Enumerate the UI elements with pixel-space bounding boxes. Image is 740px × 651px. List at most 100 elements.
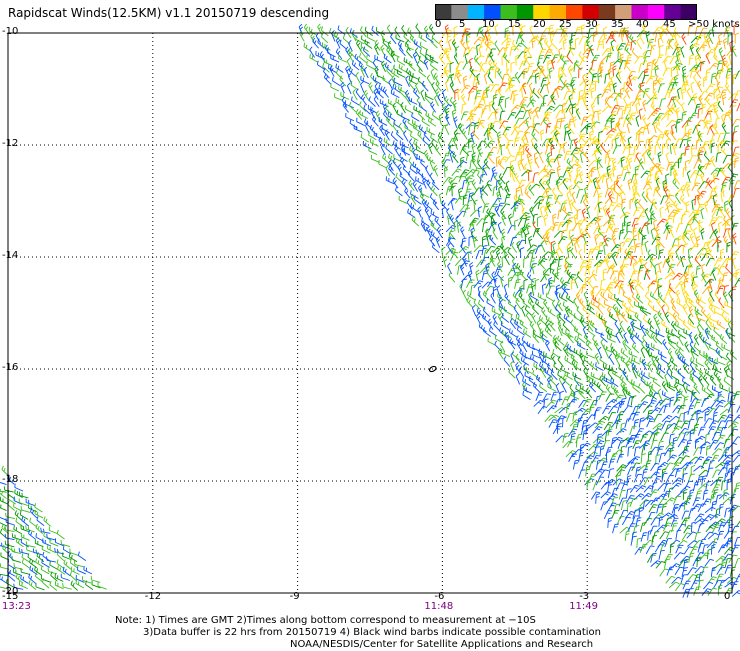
wind-barb xyxy=(650,526,657,534)
wind-barb xyxy=(557,300,562,311)
wind-barb xyxy=(615,320,620,331)
wind-barb xyxy=(638,270,643,280)
wind-barb xyxy=(628,446,632,456)
lat-tick-label: -12 xyxy=(2,138,18,149)
wind-barb xyxy=(726,371,734,380)
wind-barb xyxy=(556,416,565,423)
wind-barb xyxy=(461,112,468,120)
wind-barb xyxy=(688,264,693,274)
wind-barb xyxy=(676,108,680,119)
wind-barb xyxy=(590,45,594,56)
wind-barb xyxy=(562,382,566,393)
wind-barb xyxy=(651,498,660,505)
wind-barb xyxy=(689,298,696,308)
wind-barb xyxy=(643,405,652,412)
wind-barb xyxy=(591,88,595,99)
wind-barb xyxy=(360,110,368,118)
wind-barb xyxy=(550,259,558,267)
wind-barb xyxy=(563,142,567,153)
wind-barb xyxy=(648,250,653,261)
wind-barb xyxy=(636,103,639,114)
wind-barb xyxy=(482,94,486,105)
wind-barb xyxy=(535,73,539,84)
wind-barb xyxy=(411,203,418,212)
wind-barb xyxy=(370,138,378,146)
wind-barb xyxy=(699,182,708,189)
wind-barb xyxy=(645,89,651,99)
wind-barb xyxy=(601,502,608,511)
wind-barb xyxy=(673,496,681,504)
wind-barb xyxy=(0,570,8,576)
wind-barb xyxy=(396,98,403,107)
wind-barb xyxy=(423,137,430,147)
wind-barb xyxy=(397,130,404,140)
wind-barb xyxy=(712,26,715,37)
wind-barb xyxy=(431,102,436,113)
wind-barb xyxy=(673,406,682,413)
wind-barb xyxy=(624,231,632,239)
wind-barb xyxy=(584,291,587,302)
wind-barb xyxy=(601,56,611,62)
wind-barb xyxy=(717,567,726,575)
wind-barb xyxy=(542,252,552,258)
wind-barb xyxy=(678,88,681,99)
wind-barb xyxy=(654,414,662,422)
wind-barb xyxy=(420,42,428,50)
wind-barb xyxy=(653,377,660,386)
wind-barb xyxy=(546,123,551,133)
wind-barb xyxy=(577,209,581,219)
wind-barb xyxy=(703,374,709,384)
wind-barb xyxy=(523,329,530,338)
wind-barb xyxy=(723,155,731,163)
wind-barb xyxy=(630,306,638,314)
wind-barb xyxy=(365,39,372,48)
wind-barb xyxy=(497,271,503,281)
wind-barb xyxy=(634,447,639,457)
wind-barb xyxy=(607,285,613,295)
wind-barb xyxy=(635,244,641,253)
wind-barb xyxy=(560,76,565,87)
wind-barb xyxy=(546,234,551,245)
wind-barb xyxy=(632,48,638,58)
wind-barb xyxy=(695,457,704,464)
wind-barb xyxy=(691,36,701,43)
wind-barb xyxy=(517,240,526,248)
wind-barb xyxy=(712,269,715,280)
wind-barb xyxy=(432,139,437,150)
wind-barb xyxy=(691,82,694,93)
wind-barb xyxy=(674,508,679,518)
wind-barb xyxy=(629,158,633,169)
wind-barb xyxy=(91,576,100,583)
wind-barb xyxy=(361,66,365,77)
wind-barb xyxy=(678,53,681,64)
wind-barb xyxy=(719,34,722,45)
wind-barb xyxy=(520,270,526,280)
wind-barb xyxy=(587,351,595,358)
wind-barb xyxy=(570,433,575,443)
wind-barb xyxy=(678,158,682,169)
wind-barb xyxy=(684,286,690,296)
wind-barb xyxy=(719,351,727,359)
wind-barb xyxy=(461,227,465,238)
wind-map-plot xyxy=(0,0,740,650)
wind-barb xyxy=(678,560,687,567)
wind-barb xyxy=(505,254,509,265)
wind-barb xyxy=(735,71,740,79)
wind-barb xyxy=(549,321,555,331)
wind-barb xyxy=(419,102,426,111)
wind-barb xyxy=(472,180,477,191)
wind-barb xyxy=(395,187,402,196)
wind-barb xyxy=(683,363,688,374)
note-line-1: Note: 1) Times are GMT 2)Times along bot… xyxy=(115,615,536,627)
wind-barb xyxy=(601,492,611,498)
wind-barb xyxy=(346,113,354,121)
wind-barb xyxy=(562,220,572,227)
wind-barb xyxy=(563,433,569,442)
wind-barb xyxy=(20,511,28,520)
wind-barb xyxy=(733,233,737,244)
wind-barb xyxy=(509,368,516,378)
wind-barb xyxy=(409,61,416,71)
wind-barb xyxy=(425,207,429,218)
wind-barb xyxy=(729,200,733,211)
wind-barb xyxy=(540,206,543,217)
